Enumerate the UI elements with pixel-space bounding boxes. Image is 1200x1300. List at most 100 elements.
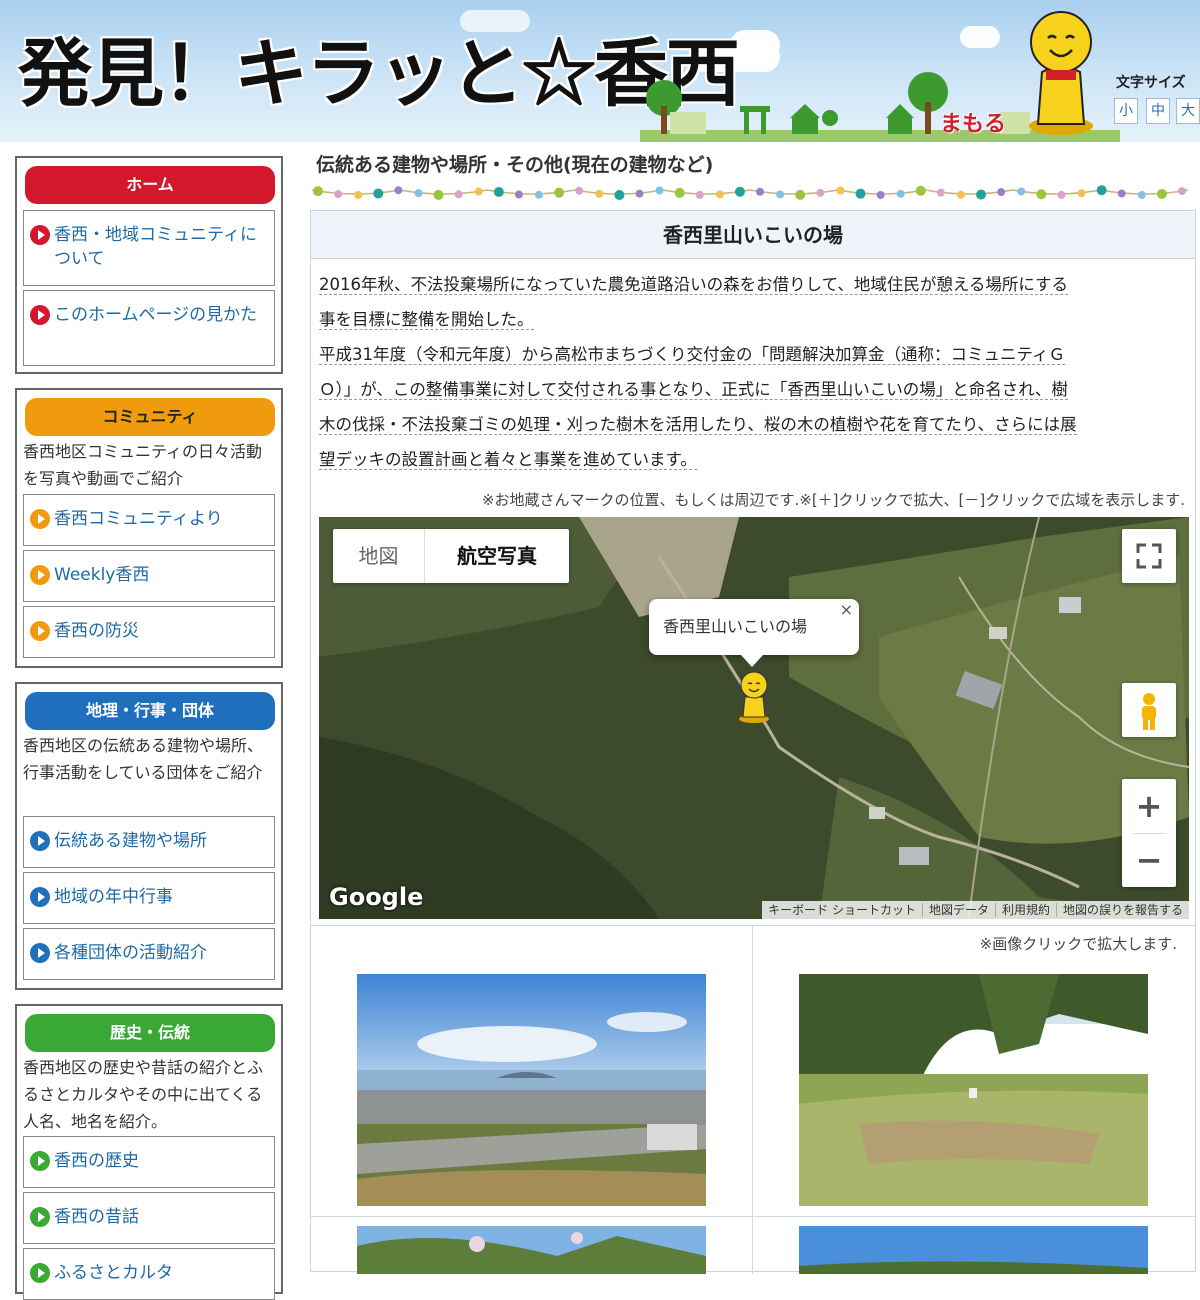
map-data-link[interactable]: 地図データ (922, 903, 996, 917)
arrow-bullet-icon (30, 305, 50, 325)
zoom-in-button[interactable]: + (1122, 779, 1176, 833)
sidebar-heading-geography[interactable]: 地理・行事・団体 (25, 692, 275, 730)
gallery-photo-blossoms[interactable] (357, 1226, 706, 1274)
font-size-medium-button[interactable]: 中 (1146, 98, 1170, 124)
garland-bead (394, 186, 403, 195)
sidebar-link-annual-events[interactable]: 地域の年中行事 (23, 872, 275, 924)
jizo-marker-icon[interactable] (737, 669, 771, 723)
garland-bead (855, 188, 866, 199)
garland-bead (614, 189, 625, 200)
gallery-photo-garden[interactable] (799, 974, 1148, 1206)
terms-link[interactable]: 利用規約 (995, 903, 1057, 917)
photo-note: ※画像クリックで拡大します. (979, 935, 1177, 953)
paragraph-line: 木の伐採・不法投棄ゴミの処理・刈った樹木を活用したり、桜の木の植樹や花を育てたり… (319, 415, 1077, 435)
sidebar-link-label: 地域の年中行事 (54, 887, 173, 907)
paragraph-line: 事を目標に整備を開始した。 (319, 310, 534, 330)
jizo-mascot-illustration (1029, 11, 1093, 135)
garland-bead (655, 186, 664, 195)
garland-bead (334, 190, 343, 199)
report-error-link[interactable]: 地図の誤りを報告する (1057, 903, 1189, 917)
sidebar-link-label: 香西の防災 (54, 621, 139, 641)
garland-bead (454, 190, 463, 199)
mamoru-label: まもる (940, 112, 1007, 137)
sidebar-link-history[interactable]: 香西の歴史 (23, 1136, 275, 1188)
garland-bead (776, 190, 785, 199)
map-type-satellite-button[interactable]: 航空写真 (425, 529, 569, 583)
street-view-pegman-button[interactable] (1122, 683, 1176, 737)
content-panel: 香西里山いこいの場 2016年秋、不法投棄場所になっていた農免道路沿いの森をお借… (310, 210, 1196, 1274)
garland-string (312, 189, 1188, 195)
site-header: 発見！キラッと☆香西 まもる 文字サイズ 小 中 大 (0, 0, 1200, 142)
garland-bead (1137, 190, 1146, 199)
sidebar-heading-community[interactable]: コミュニティ (25, 398, 275, 436)
zoom-out-button[interactable]: − (1122, 833, 1176, 887)
garland-bead (936, 188, 945, 197)
sidebar-link-label: 伝統ある建物や場所 (54, 831, 207, 851)
sidebar-link-community-news[interactable]: 香西コミュニティより (23, 494, 275, 546)
photo-image (357, 974, 706, 1206)
photo-image (799, 1226, 1148, 1274)
garland-bead (1117, 189, 1126, 198)
map-attribution-bar: キーボード ショートカット 地図データ 利用規約 地図の誤りを報告する (762, 901, 1189, 919)
sidebar-description: 香西地区の伝統ある建物や場所、行事活動をしている団体をご紹介 (23, 736, 264, 782)
info-window-title: 香西里山いこいの場 (663, 617, 808, 636)
arrow-bullet-icon (30, 831, 50, 851)
site-logo[interactable]: 発見！キラッと☆香西 (18, 14, 740, 121)
arrow-bullet-icon (30, 565, 50, 585)
embedded-map[interactable]: 地図 航空写真 香西里山いこいの場 × + − Google キーボード ショー… (319, 517, 1189, 919)
sidebar-link-traditional-places[interactable]: 伝統ある建物や場所 (23, 816, 275, 868)
arrow-bullet-icon (30, 887, 50, 907)
sidebar-section-community: コミュニティ 香西地区コミュニティの日々活動を写真や動画でご紹介 香西コミュニテ… (15, 388, 283, 668)
garland-bead (1096, 185, 1107, 196)
sidebar-section-geography: 地理・行事・団体 香西地区の伝統ある建物や場所、行事活動をしている団体をご紹介 … (15, 682, 283, 990)
gallery-photo-sea-view[interactable] (357, 974, 706, 1206)
keyboard-shortcuts-link[interactable]: キーボード ショートカット (762, 903, 923, 917)
sidebar-link-folktales[interactable]: 香西の昔話 (23, 1192, 275, 1244)
garland-bead (1156, 189, 1167, 200)
sidebar-link-group-activities[interactable]: 各種団体の活動紹介 (23, 928, 275, 980)
sidebar-link-about-community[interactable]: 香西・地域コミュニティについて (23, 210, 275, 286)
garland-bead (1178, 187, 1186, 196)
garland-bead (795, 189, 806, 200)
arrow-bullet-icon (30, 621, 50, 641)
garland-bead (1057, 190, 1066, 199)
garland-bead (535, 190, 544, 199)
page-title: 伝統ある建物や場所・その他(現在の建物など) (316, 154, 714, 176)
garland-bead (414, 189, 423, 198)
sidebar-link-karuta[interactable]: ふるさとカルタ (23, 1248, 275, 1300)
close-icon[interactable]: × (840, 599, 853, 621)
garland-bead (756, 187, 765, 196)
garland-bead (734, 186, 745, 197)
arrow-bullet-icon (30, 1207, 50, 1227)
garland-bead (674, 187, 685, 198)
sidebar-link-label: ふるさとカルタ (54, 1263, 173, 1283)
font-size-small-button[interactable]: 小 (1114, 98, 1138, 124)
font-size-large-button[interactable]: 大 (1176, 98, 1200, 124)
sidebar-link-label: Weekly香西 (54, 565, 150, 585)
arrow-bullet-icon (30, 509, 50, 529)
sidebar-link-label: 香西の歴史 (54, 1151, 139, 1171)
sidebar-section-history: 歴史・伝統 香西地区の歴史や昔話の紹介とふるさとカルタやその中に出てくる人名、地… (15, 1004, 283, 1300)
sidebar-link-label: 香西・地域コミュニティについて (54, 225, 257, 269)
garland-bead (1036, 189, 1047, 200)
garland-bead (373, 188, 384, 199)
gallery-photo-sky[interactable] (799, 1226, 1148, 1274)
sidebar-link-how-to-use[interactable]: このホームページの見かた (23, 290, 275, 366)
sidebar-link-disaster-prevention[interactable]: 香西の防災 (23, 606, 275, 658)
google-logo: Google (329, 883, 424, 911)
garland-bead (514, 190, 523, 199)
arrow-bullet-icon (30, 943, 50, 963)
garland-bead (816, 188, 825, 197)
sidebar-section-home: ホーム 香西・地域コミュニティについて このホームページの見かた (15, 156, 283, 374)
paragraph-line: 平成31年度（令和元年度）から高松市まちづくり交付金の「問題解決加算金（通称：コ… (319, 345, 1066, 365)
garland-bead (575, 186, 584, 195)
map-type-control: 地図 航空写真 (333, 529, 569, 583)
garland-bead (493, 187, 504, 198)
map-note: ※お地蔵さんマークの位置、もしくは周辺です.※[＋]クリックで拡大、[－]クリッ… (481, 491, 1185, 509)
sidebar-heading-home[interactable]: ホーム (25, 166, 275, 204)
map-type-roadmap-button[interactable]: 地図 (333, 529, 425, 583)
garland-bead (1077, 189, 1086, 198)
sidebar-link-weekly[interactable]: Weekly香西 (23, 550, 275, 602)
fullscreen-button[interactable] (1122, 529, 1176, 583)
sidebar-heading-history[interactable]: 歴史・伝統 (25, 1014, 275, 1052)
